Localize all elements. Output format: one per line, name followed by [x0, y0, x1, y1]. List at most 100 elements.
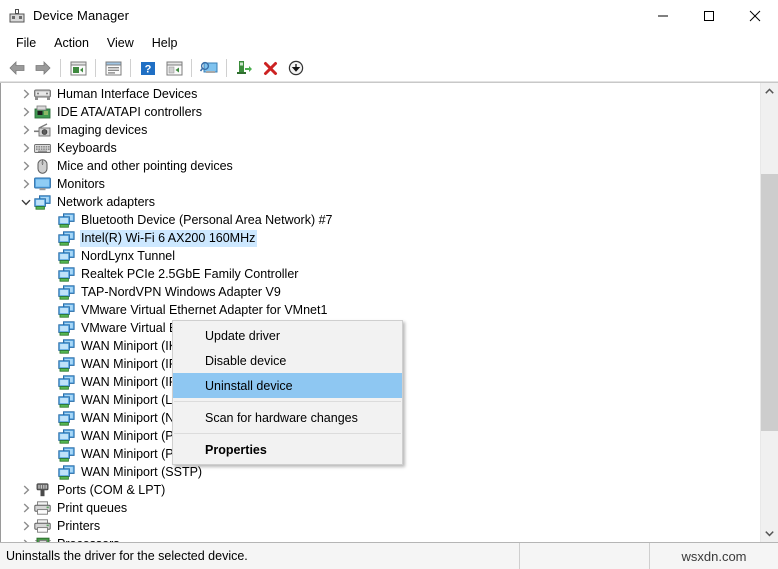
network-adapter-icon — [58, 338, 75, 354]
context-menu-separator-1 — [174, 401, 401, 402]
tree-item-label: IDE ATA/ATAPI controllers — [57, 104, 202, 119]
tree-item[interactable]: Imaging devices — [1, 121, 760, 139]
chevron-right-icon[interactable] — [18, 85, 34, 103]
chevron-right-icon[interactable] — [18, 517, 34, 535]
tree-item[interactable]: Monitors — [1, 175, 760, 193]
tree-item-label: NordLynx Tunnel — [81, 248, 176, 263]
tree-item[interactable]: Bluetooth Device (Personal Area Network)… — [1, 211, 760, 229]
tree-item[interactable]: WAN Miniport (SSTP) — [1, 463, 760, 481]
tree-item-label: Print queues — [57, 500, 128, 515]
context-menu-update-driver[interactable]: Update driver — [173, 323, 402, 348]
tree-item[interactable]: TAP-NordVPN Windows Adapter V9 — [1, 283, 760, 301]
chevron-right-icon[interactable] — [18, 499, 34, 517]
context-menu-scan-hardware-changes[interactable]: Scan for hardware changes — [173, 405, 402, 430]
context-menu[interactable]: Update driver Disable device Uninstall dev… — [172, 320, 403, 465]
tree-item-label: WAN Miniport (SSTP) — [81, 464, 203, 479]
context-menu-separator-2 — [174, 433, 401, 434]
network-adapter-icon — [58, 446, 75, 462]
tree-item[interactable]: Keyboards — [1, 139, 760, 157]
tree-item[interactable]: VMware Virtual Ethernet Adapter for VMne… — [1, 301, 760, 319]
window-controls — [640, 0, 778, 31]
network-adapter-icon — [58, 284, 75, 300]
tree-item[interactable]: Human Interface Devices — [1, 85, 760, 103]
context-menu-disable-device[interactable]: Disable device — [173, 348, 402, 373]
title-bar: Device Manager — [0, 0, 778, 31]
console-tree-button[interactable] — [162, 57, 186, 79]
chevron-right-icon[interactable] — [18, 157, 34, 175]
monitor-scan-button[interactable] — [197, 57, 221, 79]
close-button[interactable] — [732, 0, 778, 31]
minimize-button[interactable] — [640, 0, 686, 31]
tree-item[interactable]: Realtek PCIe 2.5GbE Family Controller — [1, 265, 760, 283]
tree-item[interactable]: Network adapters — [1, 193, 760, 211]
expander-placeholder — [42, 211, 58, 229]
toolbar-separator-1 — [60, 59, 61, 77]
expander-placeholder — [42, 283, 58, 301]
tree-item[interactable]: Processors — [1, 535, 760, 542]
menu-action[interactable]: Action — [45, 34, 98, 52]
menu-help[interactable]: Help — [143, 34, 187, 52]
tree-item[interactable]: Printers — [1, 517, 760, 535]
scroll-down-arrow-icon[interactable] — [761, 525, 778, 542]
content-area: Human Interface Devices IDE ATA/ATAPI con… — [0, 82, 778, 542]
printer-icon — [34, 518, 51, 534]
chevron-right-icon[interactable] — [18, 139, 34, 157]
back-button[interactable] — [5, 57, 29, 79]
forward-button[interactable] — [31, 57, 55, 79]
expander-placeholder — [42, 391, 58, 409]
tree-item-label: Monitors — [57, 176, 105, 191]
scrollbar-thumb[interactable] — [761, 174, 778, 431]
context-menu-properties[interactable]: Properties — [173, 437, 402, 462]
network-adapter-icon — [58, 320, 75, 336]
tree-item[interactable]: Intel(R) Wi-Fi 6 AX200 160MHz — [1, 229, 760, 247]
expander-placeholder — [42, 463, 58, 481]
chevron-right-icon[interactable] — [18, 481, 34, 499]
status-message: Uninstalls the driver for the selected d… — [0, 543, 520, 569]
tree-item[interactable]: Print queues — [1, 499, 760, 517]
status-spacer — [520, 543, 650, 569]
up-level-button[interactable] — [66, 57, 90, 79]
expander-placeholder — [42, 373, 58, 391]
network-adapter-icon — [58, 248, 75, 264]
tree-item-label: Mice and other pointing devices — [57, 158, 233, 173]
menu-view[interactable]: View — [98, 34, 143, 52]
vertical-scrollbar[interactable] — [760, 83, 778, 542]
expander-placeholder — [42, 247, 58, 265]
port-icon — [34, 482, 51, 498]
network-adapter-icon — [58, 464, 75, 480]
menu-bar: File Action View Help — [0, 31, 778, 55]
svg-text:?: ? — [145, 63, 152, 75]
tree-item[interactable]: Ports (COM & LPT) — [1, 481, 760, 499]
help-button[interactable]: ? — [136, 57, 160, 79]
toolbar-separator-5 — [226, 59, 227, 77]
toolbar-separator-3 — [130, 59, 131, 77]
update-driver-button[interactable] — [232, 57, 256, 79]
device-tree: Human Interface Devices IDE ATA/ATAPI con… — [1, 85, 760, 542]
chevron-right-icon[interactable] — [18, 175, 34, 193]
tree-item-label: Network adapters — [57, 194, 155, 209]
red-x-button[interactable] — [258, 57, 282, 79]
tree-item[interactable]: Mice and other pointing devices — [1, 157, 760, 175]
tree-item-label: Human Interface Devices — [57, 86, 198, 101]
context-menu-uninstall-device[interactable]: Uninstall device — [173, 373, 402, 398]
tree-item[interactable]: NordLynx Tunnel — [1, 247, 760, 265]
down-arrow-circle-button[interactable] — [284, 57, 308, 79]
chevron-down-icon[interactable] — [18, 193, 34, 211]
tree-item-label: TAP-NordVPN Windows Adapter V9 — [81, 284, 281, 299]
properties-window-button[interactable] — [101, 57, 125, 79]
toolbar: ? — [0, 55, 778, 82]
scroll-up-arrow-icon[interactable] — [761, 83, 778, 100]
device-tree-pane[interactable]: Human Interface Devices IDE ATA/ATAPI con… — [0, 83, 760, 542]
chevron-right-icon[interactable] — [18, 535, 34, 542]
scrollbar-track[interactable] — [761, 100, 778, 525]
maximize-button[interactable] — [686, 0, 732, 31]
device-manager-window: Device Manager File Action View Help ? H… — [0, 0, 778, 569]
keyboard-icon — [34, 140, 51, 156]
network-adapter-icon — [58, 428, 75, 444]
tree-item[interactable]: IDE ATA/ATAPI controllers — [1, 103, 760, 121]
chevron-right-icon[interactable] — [18, 103, 34, 121]
imaging-device-icon — [34, 122, 51, 138]
chevron-right-icon[interactable] — [18, 121, 34, 139]
menu-file[interactable]: File — [7, 34, 45, 52]
ide-controller-icon — [34, 104, 51, 120]
